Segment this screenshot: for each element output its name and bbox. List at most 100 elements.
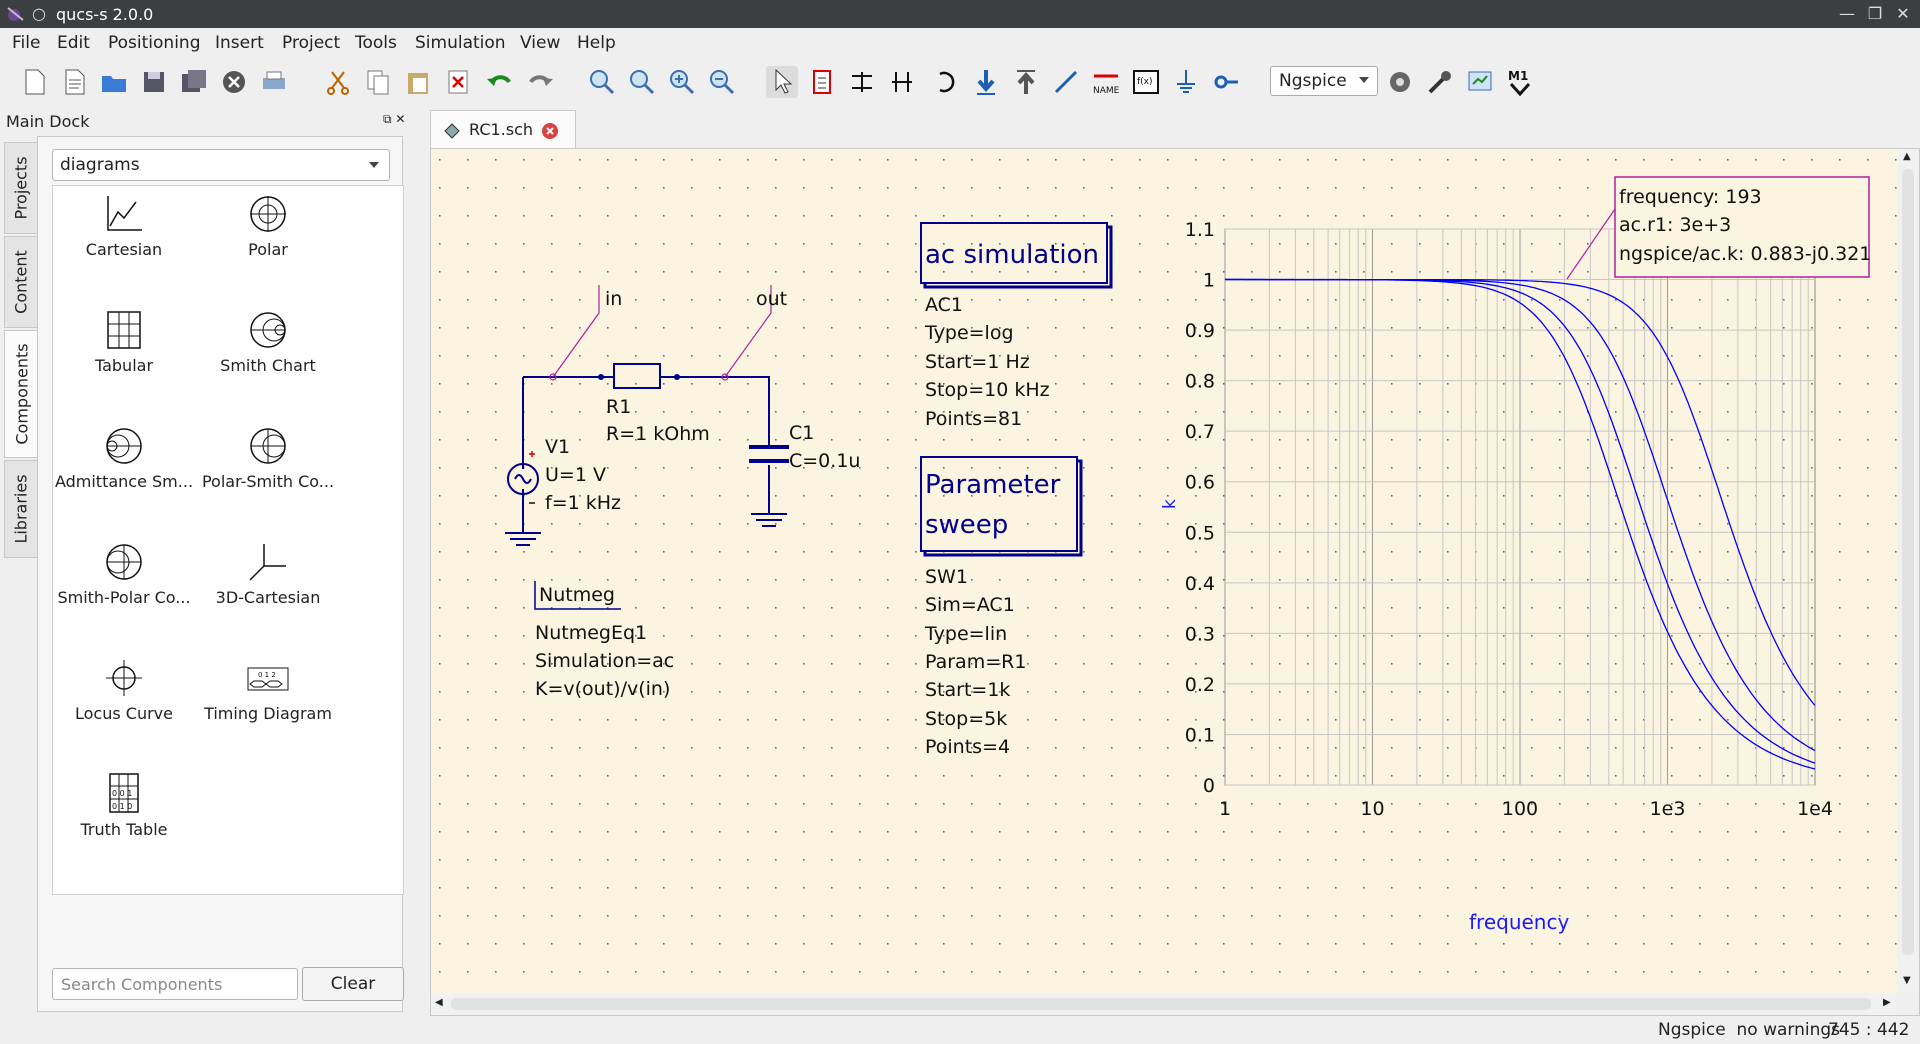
rotate-icon[interactable]: [930, 66, 962, 98]
close-doc-icon[interactable]: [218, 66, 250, 98]
dock-float-icon[interactable]: ⧉: [383, 112, 392, 126]
tab-rc1-sch[interactable]: RC1.sch: [430, 110, 576, 148]
x-tick-label: 10: [1360, 798, 1384, 820]
menu-project[interactable]: Project: [282, 33, 340, 53]
cut-icon[interactable]: [322, 66, 354, 98]
simulator-select[interactable]: Ngspice: [1270, 66, 1378, 96]
save-icon[interactable]: [138, 66, 170, 98]
y-tick-label: 0.8: [1185, 371, 1215, 393]
close-tab-icon[interactable]: [541, 122, 559, 140]
tab-libraries[interactable]: Libraries: [4, 460, 38, 558]
scroll-right-icon[interactable]: ▶: [1883, 997, 1891, 1008]
component-label: Smith Chart: [220, 356, 316, 375]
vertical-scroll-handle[interactable]: [1902, 169, 1914, 955]
tab-projects[interactable]: Projects: [4, 142, 38, 234]
component-smith-chart[interactable]: Smith Chart: [197, 306, 339, 416]
wire-icon[interactable]: [1050, 66, 1082, 98]
svg-text:0 0 1: 0 0 1: [112, 789, 132, 798]
scroll-left-icon[interactable]: ◀: [435, 997, 443, 1008]
component-cartesian[interactable]: Cartesian: [53, 190, 195, 300]
maximize-icon[interactable]: ❐: [1864, 3, 1886, 25]
zoom-out-icon[interactable]: [706, 66, 738, 98]
menu-view[interactable]: View: [520, 33, 560, 53]
window-menu-icon[interactable]: ○: [28, 3, 50, 25]
settings-tool-icon[interactable]: [1424, 66, 1456, 98]
tab-components[interactable]: Components: [4, 330, 38, 458]
sweep-line: Sim=AC1: [925, 594, 1015, 616]
component-smith-polar[interactable]: Smith-Polar Co...: [53, 538, 195, 648]
wire-label-icon[interactable]: NAME: [1090, 66, 1122, 98]
search-components-input[interactable]: [52, 968, 298, 1000]
tab-content[interactable]: Content: [4, 236, 38, 328]
paste-icon[interactable]: [402, 66, 434, 98]
component-polar-smith[interactable]: Polar-Smith Co...: [197, 422, 339, 532]
undo-icon[interactable]: [484, 66, 516, 98]
menu-file[interactable]: File: [12, 33, 40, 53]
ac-sim-line: Stop=10 kHz: [925, 379, 1050, 401]
select-pointer-icon[interactable]: [766, 66, 798, 98]
simulate-icon[interactable]: [1384, 66, 1416, 98]
back-to-parent-icon[interactable]: [1010, 66, 1042, 98]
mirror-y-icon[interactable]: [886, 66, 918, 98]
component-3d-cartesian[interactable]: 3D-Cartesian: [197, 538, 339, 648]
horizontal-scroll-handle[interactable]: [451, 998, 1871, 1010]
component-label: Smith-Polar Co...: [57, 588, 191, 607]
status-bar: Ngspice no warnings 745 : 442: [0, 1018, 1920, 1044]
vertical-scrollbar[interactable]: ▲ ▼: [1897, 149, 1919, 993]
dock-close-icon[interactable]: ✕: [395, 112, 405, 126]
component-timing-diagram[interactable]: 0 1 2 Timing Diagram: [197, 654, 339, 764]
component-tabular[interactable]: Tabular: [53, 306, 195, 416]
close-icon[interactable]: ✕: [1892, 3, 1914, 25]
scroll-down-icon[interactable]: ▼: [1903, 975, 1911, 986]
menu-positioning[interactable]: Positioning: [108, 33, 200, 53]
edit-component-icon[interactable]: [806, 66, 838, 98]
open-icon[interactable]: [98, 66, 130, 98]
sweep-line: Param=R1: [925, 651, 1026, 673]
marker-box[interactable]: frequency: 193 ac.r1: 3e+3 ngspice/ac.k:…: [1614, 176, 1871, 278]
y-tick-label: 0.6: [1185, 472, 1215, 494]
svg-text:0 1 0: 0 1 0: [112, 802, 132, 811]
horizontal-scrollbar[interactable]: ◀ ▶: [431, 993, 1897, 1015]
marker-line: ac.r1: 3e+3: [1619, 214, 1731, 236]
component-polar[interactable]: Polar: [197, 190, 339, 300]
label-in[interactable]: in: [605, 288, 622, 310]
label-out[interactable]: out: [756, 288, 787, 310]
zoom-selection-icon[interactable]: [626, 66, 658, 98]
menu-simulation[interactable]: Simulation: [415, 33, 506, 53]
sweep-line: Start=1k: [925, 679, 1010, 701]
delete-icon[interactable]: [442, 66, 474, 98]
new-file-icon[interactable]: [18, 66, 50, 98]
mirror-x-icon[interactable]: [846, 66, 878, 98]
save-all-icon[interactable]: [178, 66, 210, 98]
goto-subcircuit-icon[interactable]: [970, 66, 1002, 98]
clear-button[interactable]: Clear: [302, 967, 404, 1001]
zoom-fit-icon[interactable]: [586, 66, 618, 98]
port-icon[interactable]: [1210, 66, 1242, 98]
c1-value: C=0.1u: [789, 450, 860, 472]
equation-icon[interactable]: f(x): [1130, 66, 1162, 98]
menu-edit[interactable]: Edit: [57, 33, 90, 53]
component-admittance-smith[interactable]: Admittance Sm...: [53, 422, 195, 532]
redo-icon[interactable]: [524, 66, 556, 98]
view-data-icon[interactable]: [1464, 66, 1496, 98]
status-simulator-name: Ngspice: [1658, 1020, 1726, 1040]
sweep-header: sweep: [925, 510, 1008, 540]
schematic-canvas[interactable]: in out R1 R=1 kOhm C1 C=0.1u V1 U=1 V f=…: [431, 149, 1897, 993]
zoom-in-icon[interactable]: [666, 66, 698, 98]
ground-icon[interactable]: [1170, 66, 1202, 98]
copy-icon[interactable]: [362, 66, 394, 98]
menu-help[interactable]: Help: [577, 33, 616, 53]
component-locus-curve[interactable]: Locus Curve: [53, 654, 195, 764]
smith-polar-icon: [106, 544, 142, 580]
schematic-view: in out R1 R=1 kOhm C1 C=0.1u V1 U=1 V f=…: [430, 148, 1920, 1016]
sweep-line: SW1: [925, 566, 968, 588]
scroll-up-icon[interactable]: ▲: [1903, 151, 1911, 162]
new-text-icon[interactable]: [58, 66, 90, 98]
component-truth-table[interactable]: 0 0 1 0 1 0 Truth Table: [53, 770, 195, 880]
menu-insert[interactable]: Insert: [215, 33, 264, 53]
set-marker-icon[interactable]: M1: [1504, 66, 1536, 98]
print-icon[interactable]: [258, 66, 290, 98]
category-select[interactable]: diagrams: [52, 149, 390, 181]
menu-tools[interactable]: Tools: [355, 33, 397, 53]
minimize-icon[interactable]: —: [1836, 3, 1858, 25]
